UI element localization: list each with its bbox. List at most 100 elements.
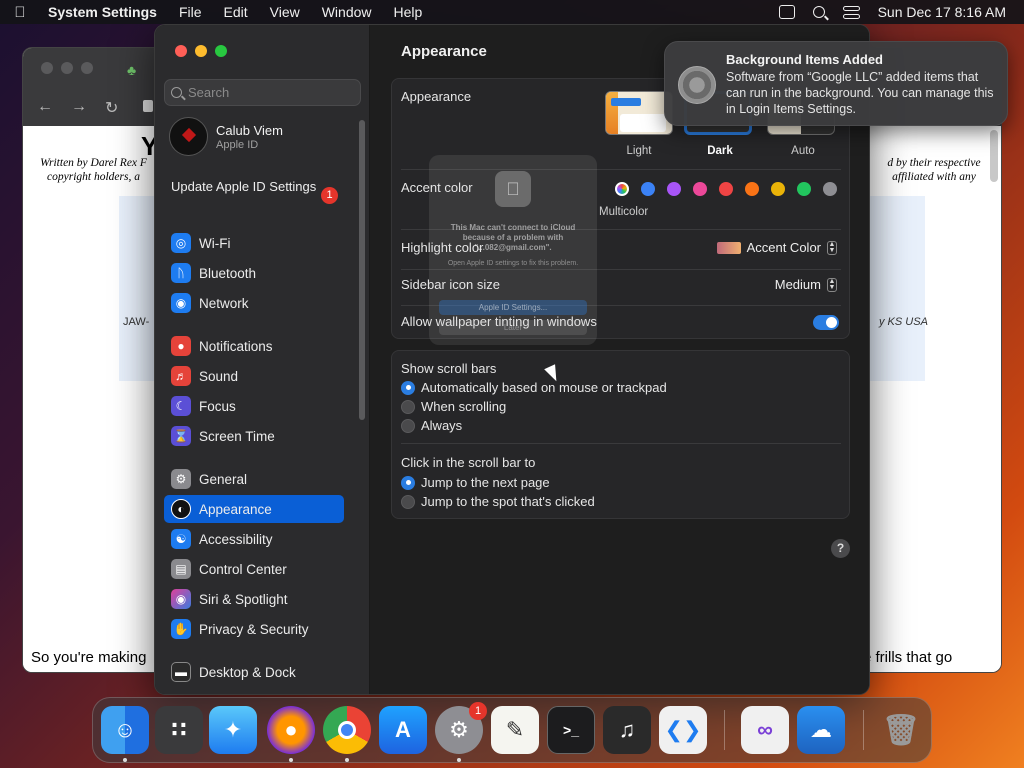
accent-orange-swatch[interactable]	[745, 182, 759, 196]
scroll-option-always[interactable]: Always	[401, 418, 462, 433]
sidebar-item-general[interactable]: ⚙ General	[164, 465, 344, 493]
apple-id-settings-button[interactable]: Apple ID Settings...	[439, 300, 587, 315]
highlight-swatch	[716, 241, 741, 254]
avatar	[169, 117, 208, 156]
garageband-icon[interactable]: ♫	[603, 706, 651, 754]
accent-graphite-swatch[interactable]	[823, 182, 837, 196]
sidebar-item-appearance[interactable]: ◐ Appearance	[164, 495, 344, 523]
launchpad-icon[interactable]: ∷	[155, 706, 203, 754]
later-button[interactable]: Later	[439, 320, 587, 335]
apple-logo-icon: 	[495, 171, 531, 207]
notification-title: Background Items Added	[726, 52, 883, 67]
theme-light-thumbnail[interactable]	[605, 91, 673, 135]
dock-separator	[863, 710, 864, 750]
vscode-icon[interactable]: ❮❯	[659, 706, 707, 754]
safari-icon[interactable]: ✦	[209, 706, 257, 754]
close-button[interactable]	[175, 45, 187, 57]
divider	[401, 443, 841, 444]
zoom-button[interactable]	[215, 45, 227, 57]
sidebar-item-focus[interactable]: ☾ Focus	[164, 392, 344, 420]
scroll-option-automatic[interactable]: Automatically based on mouse or trackpad	[401, 380, 667, 395]
chevron-updown-icon: ▲ ▼	[827, 240, 837, 255]
sidebar-item-network[interactable]: ◉ Network	[164, 289, 344, 317]
visual-studio-icon[interactable]: ∞	[741, 706, 789, 754]
click-option-next-page[interactable]: Jump to the next page	[401, 475, 550, 490]
screen-mirroring-icon[interactable]	[778, 5, 795, 19]
apple-menu-icon[interactable]: 	[0, 4, 40, 21]
clover-favicon-icon[interactable]: ♣	[127, 62, 136, 78]
scroll-option-when-scrolling[interactable]: When scrolling	[401, 399, 506, 414]
notification-banner[interactable]: Background Items Added Software from “Go…	[664, 41, 1008, 126]
menu-app-name[interactable]: System Settings	[40, 4, 168, 20]
profile-subtitle: Apple ID	[216, 138, 259, 151]
sidebar-item-control-center[interactable]: ▤ Control Center	[164, 555, 344, 583]
weather-icon[interactable]: ☁	[797, 706, 845, 754]
sidebar-item-desktop-dock[interactable]: ▬ Desktop & Dock	[164, 658, 344, 686]
click-option-spot-clicked[interactable]: Jump to the spot that's clicked	[401, 494, 595, 509]
chrome-icon[interactable]	[323, 706, 371, 754]
control-center-icon[interactable]	[842, 5, 860, 19]
hourglass-icon: ⌛	[171, 426, 191, 446]
sidebar-item-bluetooth[interactable]: ᚢ Bluetooth	[164, 259, 344, 287]
accent-yellow-swatch[interactable]	[771, 182, 785, 196]
radio[interactable]	[401, 418, 415, 433]
app-store-icon[interactable]: A	[379, 706, 427, 754]
search-input[interactable]	[188, 85, 348, 100]
sidebar-item-privacy[interactable]: ✋ Privacy & Security	[164, 615, 344, 643]
trash-icon[interactable]: 🗑	[877, 706, 925, 754]
menu-edit[interactable]: Edit	[213, 4, 259, 20]
sidebar-item-screen-time[interactable]: ⌛ Screen Time	[164, 422, 344, 450]
accent-red-swatch[interactable]	[719, 182, 733, 196]
accent-green-swatch[interactable]	[797, 182, 811, 196]
banner-text-right: y KS USA	[879, 316, 928, 328]
dock: ☺ ∷ ✦ ● A ⚙ 1 ✎ >_ ♫ ❮❯ ∞ ☁ 🗑	[92, 697, 932, 763]
accent-multicolor-swatch[interactable]	[615, 182, 629, 196]
sidebar-item-label: Control Center	[199, 561, 287, 577]
window-controls	[175, 45, 227, 57]
running-indicator	[289, 758, 293, 762]
terminal-icon[interactable]: >_	[547, 706, 595, 754]
menu-clock[interactable]: Sun Dec 17 8:16 AM	[878, 4, 1006, 20]
back-arrow-icon[interactable]: ←	[37, 98, 53, 118]
sidebar-icon-size-select[interactable]: Medium ▲ ▼	[775, 277, 837, 292]
theme-dark-label: Dark	[707, 145, 733, 157]
finder-icon[interactable]: ☺	[101, 706, 149, 754]
textedit-icon[interactable]: ✎	[491, 706, 539, 754]
sidebar-item-notifications[interactable]: ● Notifications	[164, 332, 344, 360]
browser-scrollbar[interactable]	[990, 130, 998, 182]
sidebar-scrollbar[interactable]	[359, 120, 365, 420]
search-field[interactable]	[164, 79, 361, 106]
sidebar-item-wifi[interactable]: ◎ Wi-Fi	[164, 229, 344, 257]
accent-pink-swatch[interactable]	[693, 182, 707, 196]
forward-arrow-icon[interactable]: →	[71, 98, 87, 118]
wallpaper-tinting-toggle[interactable]	[813, 315, 839, 330]
menu-help[interactable]: Help	[383, 4, 434, 20]
accent-blue-swatch[interactable]	[641, 182, 655, 196]
menu-window[interactable]: Window	[311, 4, 383, 20]
body-text-right: e frills that go	[863, 649, 953, 666]
help-button[interactable]: ?	[831, 539, 850, 558]
sidebar-item-label: Privacy & Security	[199, 621, 309, 637]
radio-label: Jump to the next page	[421, 475, 550, 490]
menu-file[interactable]: File	[168, 4, 213, 20]
sidebar-item-label: Wi-Fi	[199, 235, 231, 251]
speaker-icon: ♬	[171, 366, 191, 386]
apple-id-profile[interactable]: Calub Viem Apple ID	[169, 117, 283, 156]
radio-selected[interactable]	[401, 380, 415, 395]
radio[interactable]	[401, 494, 415, 509]
sidebar-item-sound[interactable]: ♬ Sound	[164, 362, 344, 390]
spotlight-search-icon[interactable]	[812, 6, 825, 18]
dock-badge: 1	[469, 702, 487, 720]
menu-view[interactable]: View	[259, 4, 311, 20]
sidebar-item-label: Desktop & Dock	[199, 664, 296, 680]
sidebar-item-siri[interactable]: ◉ Siri & Spotlight	[164, 585, 344, 613]
sidebar-item-label: Notifications	[199, 338, 273, 354]
sidebar-item-accessibility[interactable]: ☯ Accessibility	[164, 525, 344, 553]
reload-icon[interactable]: ↻	[105, 98, 118, 118]
radio-selected[interactable]	[401, 475, 415, 490]
accent-purple-swatch[interactable]	[667, 182, 681, 196]
minimize-button[interactable]	[195, 45, 207, 57]
highlight-color-select[interactable]: Accent Color ▲ ▼	[716, 240, 837, 255]
radio[interactable]	[401, 399, 415, 414]
firefox-icon[interactable]: ●	[267, 706, 315, 754]
